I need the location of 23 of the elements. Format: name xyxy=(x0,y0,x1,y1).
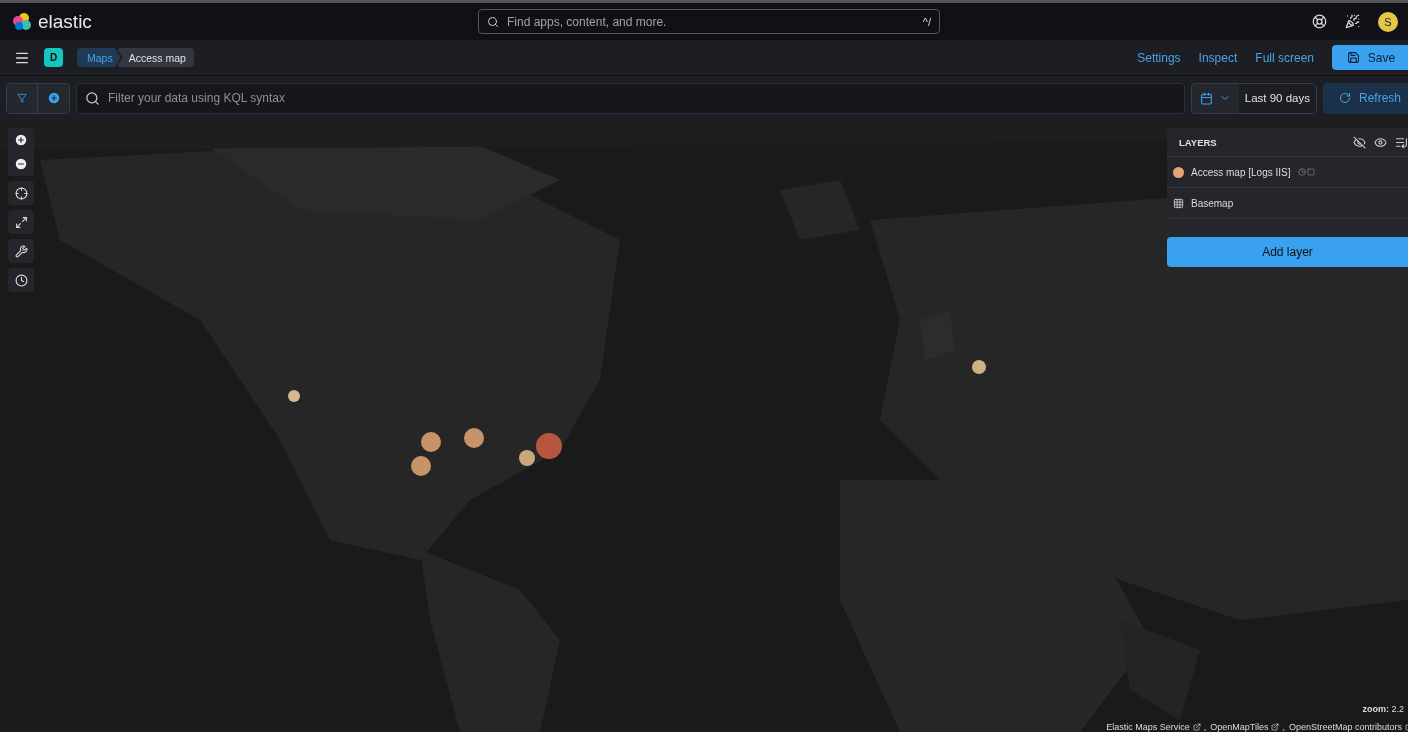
layer-row[interactable]: Access map [Logs IIS] xyxy=(1167,156,1408,187)
nav-link[interactable]: Full screen xyxy=(1255,50,1314,65)
add-layer-button[interactable]: Add layer xyxy=(1167,237,1408,267)
layer-name: Access map [Logs IIS] xyxy=(1191,166,1291,178)
panel-title: LAYERS xyxy=(1179,136,1217,148)
layer-name: Basemap xyxy=(1191,197,1234,209)
save-button[interactable]: Save xyxy=(1332,45,1408,70)
user-avatar[interactable]: S xyxy=(1378,11,1398,32)
nav-link[interactable]: Settings xyxy=(1137,50,1181,65)
space-avatar[interactable]: D xyxy=(44,48,63,67)
attribution-link[interactable]: OpenStreetMap contributors xyxy=(1288,722,1408,732)
logo-text: elastic xyxy=(38,10,92,33)
global-search-field[interactable]: Find apps, content, and more. ^/ xyxy=(478,9,940,34)
breadcrumb[interactable]: Access map xyxy=(116,48,194,67)
date-picker[interactable]: Last 90 days xyxy=(1190,82,1317,114)
zoom-level: zoom: 2.2 xyxy=(1362,704,1404,714)
refresh-button[interactable]: Refresh xyxy=(1323,82,1408,114)
query-field[interactable]: Filter your data using KQL syntax xyxy=(76,82,1185,114)
attribution-link[interactable]: Elastic Maps Service , xyxy=(1106,722,1207,732)
layer-row[interactable]: Basemap xyxy=(1167,187,1408,218)
nav-link[interactable]: Inspect xyxy=(1198,50,1238,65)
breadcrumb[interactable]: Maps xyxy=(77,48,121,67)
attribution-link[interactable]: OpenMapTiles , xyxy=(1210,722,1285,732)
